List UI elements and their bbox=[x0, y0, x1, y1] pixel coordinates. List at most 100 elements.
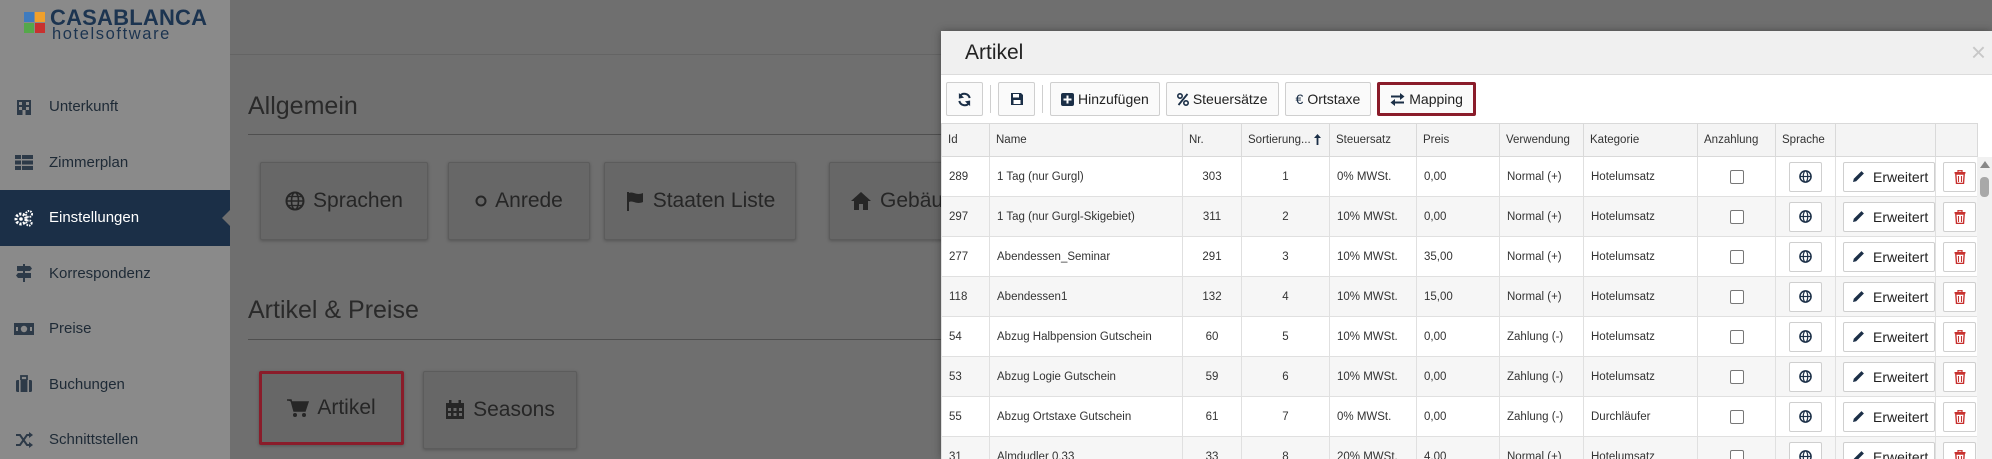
language-button[interactable] bbox=[1789, 441, 1822, 459]
cell-id: 118 bbox=[941, 276, 990, 317]
extended-edit-button[interactable]: Erweitert bbox=[1843, 201, 1935, 232]
cell-usage: Normal (+) bbox=[1499, 276, 1584, 317]
column-header-preis[interactable]: Preis bbox=[1416, 123, 1500, 157]
cell-nr: 303 bbox=[1182, 156, 1242, 197]
delete-button[interactable] bbox=[1943, 161, 1976, 192]
tile-anrede[interactable]: Anrede bbox=[448, 162, 590, 240]
trash-icon bbox=[1954, 209, 1966, 224]
language-button[interactable] bbox=[1789, 281, 1822, 312]
column-header-sprache[interactable]: Sprache bbox=[1775, 123, 1836, 157]
delete-button[interactable] bbox=[1943, 321, 1976, 352]
column-header-kategorie[interactable]: Kategorie bbox=[1583, 123, 1698, 157]
delete-button[interactable] bbox=[1943, 441, 1976, 459]
cell-usage: Normal (+) bbox=[1499, 196, 1584, 237]
add-button[interactable]: Hinzufügen bbox=[1050, 82, 1160, 116]
tax-rates-button[interactable]: Steuersätze bbox=[1165, 82, 1279, 116]
sidebar-item-einstellungen[interactable]: Einstellungen bbox=[0, 190, 231, 246]
extended-edit-button[interactable]: Erweitert bbox=[1843, 361, 1935, 392]
column-header-anzahlung[interactable]: Anzahlung bbox=[1697, 123, 1776, 157]
column-header-nr[interactable]: Nr. bbox=[1182, 123, 1242, 157]
sidebar-item-zimmerplan[interactable]: Zimmerplan bbox=[0, 135, 230, 191]
deposit-checkbox[interactable] bbox=[1729, 369, 1744, 384]
sidebar-item-preise[interactable]: Preise bbox=[0, 301, 230, 357]
extended-edit-button[interactable]: Erweitert bbox=[1843, 401, 1935, 432]
mapping-button[interactable]: Mapping bbox=[1377, 82, 1476, 116]
language-button[interactable] bbox=[1789, 201, 1822, 232]
column-header-sortierung[interactable]: Sortierung... bbox=[1241, 123, 1330, 157]
delete-button[interactable] bbox=[1943, 401, 1976, 432]
extended-edit-label: Erweitert bbox=[1873, 368, 1929, 385]
extended-edit-button[interactable]: Erweitert bbox=[1843, 161, 1935, 192]
scrollbar-thumb[interactable] bbox=[1980, 177, 1989, 197]
deposit-checkbox[interactable] bbox=[1729, 449, 1744, 459]
extended-edit-button[interactable]: Erweitert bbox=[1843, 321, 1935, 352]
save-button[interactable] bbox=[998, 82, 1035, 116]
deposit-checkbox[interactable] bbox=[1729, 209, 1744, 224]
pencil-icon bbox=[1852, 290, 1869, 303]
tile-staaten-liste[interactable]: Staaten Liste bbox=[604, 162, 796, 240]
logo[interactable]: CASABLANCA hotelsoftware bbox=[0, 0, 230, 54]
column-header-verwendung[interactable]: Verwendung bbox=[1499, 123, 1584, 157]
cell-delete bbox=[1935, 196, 1978, 237]
deposit-checkbox[interactable] bbox=[1729, 329, 1744, 344]
save-icon bbox=[1010, 93, 1023, 105]
table-row[interactable]: 297 1 Tag (nur Gurgl-Skigebiet) 311 2 10% MW… bbox=[941, 196, 1978, 237]
tile-label: Sprachen bbox=[313, 189, 403, 212]
scroll-up-arrow-icon[interactable] bbox=[1980, 161, 1990, 168]
extended-edit-label: Erweitert bbox=[1873, 168, 1929, 185]
cell-id: 297 bbox=[941, 196, 990, 237]
refresh-button[interactable] bbox=[946, 82, 983, 116]
table-row[interactable]: 53 Abzug Logie Gutschein 59 6 10% MWSt. 0,00 Z… bbox=[941, 356, 1978, 397]
deposit-checkbox[interactable] bbox=[1729, 169, 1744, 184]
tourist-tax-button[interactable]: € Ortstaxe bbox=[1284, 82, 1372, 116]
delete-button[interactable] bbox=[1943, 361, 1976, 392]
cell-price: 15,00 bbox=[1416, 276, 1500, 317]
cell-deposit bbox=[1697, 156, 1776, 197]
sidebar-item-schnittstellen[interactable]: Schnittstellen bbox=[0, 412, 230, 459]
cell-actions: Erweitert bbox=[1835, 316, 1936, 357]
extended-edit-button[interactable]: Erweitert bbox=[1843, 441, 1935, 459]
language-button[interactable] bbox=[1789, 401, 1822, 432]
extended-edit-label: Erweitert bbox=[1873, 408, 1929, 425]
table-row[interactable]: 54 Abzug Halbpension Gutschein 60 5 10% MWSt… bbox=[941, 316, 1978, 357]
table-header-row: Id Name Nr. Sortierung... Steuersatz Pre… bbox=[941, 123, 1978, 157]
sidebar-item-unterkunft[interactable]: Unterkunft bbox=[0, 79, 230, 135]
extended-edit-button[interactable]: Erweitert bbox=[1843, 241, 1935, 272]
tile-seasons[interactable]: Seasons bbox=[423, 371, 577, 449]
delete-button[interactable] bbox=[1943, 281, 1976, 312]
tile-sprachen[interactable]: Sprachen bbox=[260, 162, 428, 240]
cell-name: Almdudler 0,33 bbox=[989, 436, 1183, 459]
sidebar-item-korrespondenz[interactable]: Korrespondenz bbox=[0, 246, 230, 302]
table-row[interactable]: 289 1 Tag (nur Gurgl) 303 1 0% MWSt. 0,00 Norm… bbox=[941, 156, 1978, 197]
table-row[interactable]: 277 Abendessen_Seminar 291 3 10% MWSt. 35,00 N… bbox=[941, 236, 1978, 277]
column-header-name[interactable]: Name bbox=[989, 123, 1183, 157]
extended-edit-label: Erweitert bbox=[1873, 208, 1929, 225]
tile-artikel[interactable]: Artikel bbox=[259, 371, 404, 445]
pencil-icon bbox=[1852, 170, 1869, 183]
extended-edit-button[interactable]: Erweitert bbox=[1843, 281, 1935, 312]
cell-category: Hotelumsatz bbox=[1583, 196, 1698, 237]
table-row[interactable]: 55 Abzug Ortstaxe Gutschein 61 7 0% MWSt. 0,0… bbox=[941, 396, 1978, 437]
language-button[interactable] bbox=[1789, 361, 1822, 392]
language-button[interactable] bbox=[1789, 321, 1822, 352]
delete-button[interactable] bbox=[1943, 241, 1976, 272]
column-header-id[interactable]: Id bbox=[941, 123, 990, 157]
extended-edit-label: Erweitert bbox=[1873, 288, 1929, 305]
sidebar-item-buchungen[interactable]: Buchungen bbox=[0, 357, 230, 413]
language-button[interactable] bbox=[1789, 241, 1822, 272]
table-row[interactable]: 31 Almdudler 0,33 33 8 20% MWSt. 4,00 Normal (… bbox=[941, 436, 1978, 459]
table-body: 289 1 Tag (nur Gurgl) 303 1 0% MWSt. 0,00 Norm… bbox=[941, 156, 1978, 459]
cell-language bbox=[1775, 316, 1836, 357]
close-icon[interactable]: × bbox=[1971, 39, 1986, 65]
deposit-checkbox[interactable] bbox=[1729, 249, 1744, 264]
language-button[interactable] bbox=[1789, 161, 1822, 192]
deposit-checkbox[interactable] bbox=[1729, 289, 1744, 304]
delete-button[interactable] bbox=[1943, 201, 1976, 232]
table-scrollbar[interactable] bbox=[1977, 157, 1992, 459]
globe-icon bbox=[1799, 170, 1812, 183]
extended-edit-label: Erweitert bbox=[1873, 328, 1929, 345]
deposit-checkbox[interactable] bbox=[1729, 409, 1744, 424]
table-row[interactable]: 118 Abendessen1 132 4 10% MWSt. 15,00 Normal (… bbox=[941, 276, 1978, 317]
column-header-steuersatz[interactable]: Steuersatz bbox=[1329, 123, 1417, 157]
cell-actions: Erweitert bbox=[1835, 396, 1936, 437]
